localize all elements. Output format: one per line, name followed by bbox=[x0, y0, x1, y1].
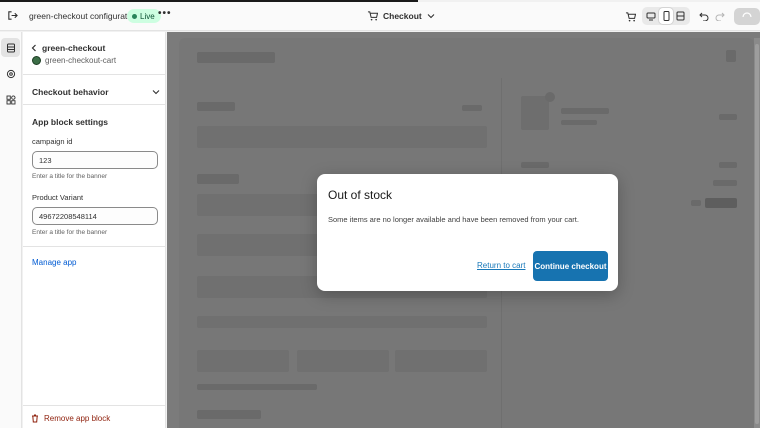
preview-scroll-thumb[interactable] bbox=[755, 44, 759, 424]
desktop-view-button[interactable] bbox=[644, 8, 659, 24]
undo-button[interactable] bbox=[697, 7, 711, 26]
left-rail bbox=[0, 32, 22, 428]
redo-button[interactable] bbox=[713, 7, 727, 26]
chevron-down-icon bbox=[427, 14, 435, 19]
email-field-placeholder bbox=[197, 126, 487, 148]
cart-icon bbox=[367, 11, 378, 21]
back-button[interactable]: green-checkout bbox=[31, 43, 105, 53]
campaign-id-input[interactable]: 123 bbox=[32, 151, 158, 169]
section-title: Checkout behavior bbox=[32, 87, 109, 97]
redo-icon bbox=[715, 12, 725, 21]
campaign-id-help: Enter a title for the banner bbox=[32, 173, 108, 180]
currency-placeholder bbox=[691, 200, 701, 206]
top-bar: green-checkout configuration Live ••• Ch… bbox=[0, 2, 760, 31]
product-variant-input[interactable]: 49672208548114 bbox=[32, 207, 158, 225]
cart-icon bbox=[726, 50, 736, 62]
campaign-id-label: campaign id bbox=[32, 137, 73, 146]
sections-icon bbox=[6, 43, 15, 52]
state-field-placeholder bbox=[297, 350, 389, 372]
product-price-placeholder bbox=[719, 114, 737, 120]
status-badge-label: Live bbox=[140, 11, 155, 21]
settings-heading: App block settings bbox=[32, 117, 109, 127]
manage-app-link[interactable]: Manage app bbox=[32, 258, 76, 267]
more-actions-button[interactable]: ••• bbox=[158, 8, 172, 19]
divider bbox=[23, 405, 166, 406]
cart-icon bbox=[625, 11, 636, 21]
product-thumbnail-placeholder bbox=[521, 96, 549, 130]
login-link-placeholder bbox=[462, 105, 482, 111]
total-value-placeholder bbox=[705, 198, 737, 208]
remove-label: Remove app block bbox=[44, 414, 111, 423]
desktop-icon bbox=[646, 12, 656, 20]
save-icon bbox=[742, 11, 752, 17]
fullscreen-icon bbox=[676, 11, 685, 21]
remove-app-block-button[interactable]: Remove app block bbox=[31, 414, 110, 423]
out-of-stock-modal: Out of stock Some items are no longer av… bbox=[317, 174, 618, 291]
zip-field-placeholder bbox=[395, 350, 487, 372]
subtotal-label-placeholder bbox=[521, 162, 549, 168]
contact-heading-placeholder bbox=[197, 102, 235, 111]
shipping-value-placeholder bbox=[713, 180, 737, 186]
mobile-icon bbox=[663, 11, 669, 21]
product-title-placeholder bbox=[561, 108, 609, 114]
block-title: green-checkout bbox=[42, 43, 106, 53]
shipping-method-heading-placeholder bbox=[197, 410, 261, 419]
save-info-placeholder bbox=[197, 384, 317, 390]
delivery-heading-placeholder bbox=[197, 174, 239, 184]
trash-icon bbox=[32, 414, 38, 423]
apps-icon bbox=[6, 95, 15, 104]
mobile-view-button[interactable] bbox=[658, 8, 674, 24]
cart-preview-button[interactable] bbox=[622, 7, 638, 26]
city-field-placeholder bbox=[197, 350, 289, 372]
chevron-left-icon bbox=[31, 44, 36, 52]
product-variant-label: Product Variant bbox=[32, 193, 84, 202]
extension-name: green-checkout-cart bbox=[45, 56, 117, 65]
viewport-switcher bbox=[642, 7, 690, 25]
modal-message: Some items are no longer available and h… bbox=[328, 215, 579, 224]
divider bbox=[23, 104, 166, 105]
apartment-field-placeholder bbox=[197, 316, 487, 328]
fullscreen-view-button[interactable] bbox=[673, 8, 688, 24]
shop-name-placeholder bbox=[197, 52, 275, 63]
status-dot-icon bbox=[132, 13, 137, 19]
sections-button[interactable] bbox=[1, 38, 20, 57]
product-variant-help: Enter a title for the banner bbox=[32, 229, 108, 236]
page-selector-label: Checkout bbox=[383, 11, 422, 21]
extension-logo-icon bbox=[32, 56, 41, 65]
page-selector[interactable]: Checkout bbox=[367, 8, 435, 24]
gear-icon bbox=[6, 69, 15, 78]
save-button[interactable] bbox=[734, 8, 760, 25]
theme-settings-button[interactable] bbox=[1, 64, 20, 83]
continue-checkout-button[interactable]: Continue checkout bbox=[533, 251, 608, 281]
checkout-behavior-toggle[interactable]: Checkout behavior bbox=[32, 87, 160, 97]
status-badge: Live bbox=[127, 9, 161, 23]
return-to-cart-link[interactable]: Return to cart bbox=[477, 261, 525, 270]
modal-title: Out of stock bbox=[328, 188, 393, 202]
divider bbox=[23, 246, 166, 247]
quantity-badge-placeholder bbox=[545, 92, 555, 102]
product-variant-placeholder bbox=[561, 120, 597, 125]
settings-panel: green-checkout green-checkout-cart Check… bbox=[23, 32, 166, 428]
chevron-down-icon bbox=[152, 90, 160, 95]
extension-subtitle: green-checkout-cart bbox=[32, 56, 116, 65]
app-title: green-checkout configuration bbox=[29, 11, 139, 21]
divider bbox=[23, 74, 166, 75]
exit-icon[interactable] bbox=[5, 8, 19, 22]
subtotal-value-placeholder bbox=[719, 162, 737, 168]
undo-icon bbox=[699, 12, 709, 21]
apps-button[interactable] bbox=[1, 90, 20, 109]
